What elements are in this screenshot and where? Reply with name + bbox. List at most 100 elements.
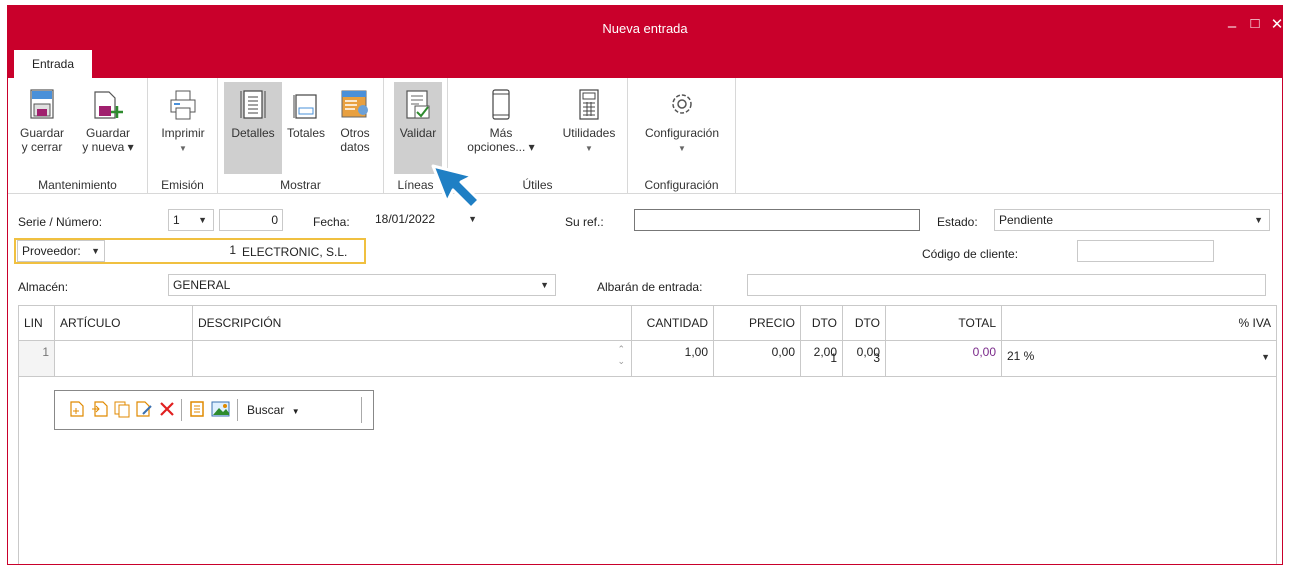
col-articulo[interactable]: ARTÍCULO [55,306,193,341]
albaran-input[interactable] [747,274,1266,296]
detalles-button[interactable]: Detalles [224,82,282,174]
otros-datos-button[interactable]: Otros datos [330,82,380,174]
edit-line-icon[interactable] [135,400,153,418]
proveedor-code-input[interactable]: 1 [168,240,240,262]
details-icon [240,90,266,119]
totals-icon [293,94,317,119]
configuracion-label: Configuración [644,126,720,140]
serie-select[interactable]: 1 ▼ [168,209,214,231]
group-label-mantenimiento: Mantenimiento [38,178,117,192]
col-iva[interactable]: % IVA [1002,306,1276,341]
pointer-arrow-icon [431,164,481,210]
imprimir-label: Imprimir [161,126,205,140]
proveedor-name: ELECTRONIC, S.L. [242,245,348,259]
buscar-label: Buscar [247,403,285,417]
grid-header: LIN ARTÍCULO DESCRIPCIÓN CANTIDAD PRECIO… [19,306,1276,365]
buscar-button[interactable]: Buscar ▼ [247,403,300,417]
estado-label: Estado: [937,215,978,229]
cell-articulo[interactable] [55,341,193,376]
cell-precio[interactable]: 0,00 [714,341,801,376]
cell-descripcion[interactable]: ⌃ ⌄ [193,341,632,376]
col-total[interactable]: TOTAL [886,306,1002,341]
line-toolbar: Buscar ▼ [54,390,374,430]
spin-icon[interactable]: ⌃ ⌄ [617,343,625,367]
tab-entrada[interactable]: Entrada [14,50,92,78]
chevron-down-icon: ▼ [291,407,300,416]
validar-button[interactable]: Validar [394,82,442,174]
guardar-cerrar-button[interactable]: Guardar y cerrar [10,82,74,174]
proveedor-type-select[interactable]: Proveedor: ▼ [17,240,105,262]
chevron-down-icon: ▼ [179,144,187,153]
image-icon[interactable] [211,400,231,418]
serie-label: Serie / Número: [18,215,103,229]
printer-icon [170,90,196,120]
guardar-cerrar-label: Guardar y cerrar [19,126,65,154]
window-title: Nueva entrada [602,21,688,36]
suref-input[interactable] [634,209,920,231]
totales-label: Totales [286,126,326,140]
save-new-icon [94,91,123,119]
almacen-value: GENERAL [173,278,231,292]
cell-lin: 1 [19,341,55,376]
col-descripcion[interactable]: DESCRIPCIÓN [193,306,632,341]
codigo-cliente-label: Código de cliente: [922,247,1019,261]
insert-line-icon[interactable] [91,400,109,418]
new-line-icon[interactable] [69,400,85,418]
group-emision: Imprimir ▼ Emisión [148,78,218,194]
col-dto3[interactable]: DTO 3 [843,306,886,365]
utilidades-label: Utilidades [562,126,616,140]
delete-line-icon[interactable] [159,400,175,418]
mas-opciones-label: Más opciones... ▾ [467,126,535,154]
toolbar-divider [181,399,182,421]
cell-cantidad[interactable]: 1,00 [632,341,714,376]
toolbar-divider [237,399,238,421]
cell-dto1[interactable]: 2,00 [801,341,843,376]
col-precio[interactable]: PRECIO [714,306,801,341]
guardar-nueva-button[interactable]: Guardar y nueva ▾ [74,82,142,174]
group-label-emision: Emisión [161,178,204,192]
entry-form: Serie / Número: 1 ▼ 0 Fecha: 18/01/2022 … [8,194,1282,314]
gear-icon [672,94,692,114]
col-cantidad[interactable]: CANTIDAD [632,306,714,341]
copy-line-icon[interactable] [113,400,131,418]
codigo-cliente-input[interactable] [1077,240,1214,262]
cell-iva-value: 21 % [1007,349,1035,363]
cell-dto3[interactable]: 0,00 [843,341,886,376]
estado-select[interactable]: Pendiente ▼ [994,209,1270,231]
group-mantenimiento: Guardar y cerrar Guardar y nueva ▾ Mante… [8,78,148,194]
table-row[interactable]: 1 ⌃ ⌄ 1,00 0,00 2,00 0,00 0,00 21 % ▼ [19,341,1276,377]
validar-label: Validar [399,126,437,140]
utilidades-button[interactable]: Utilidades ▼ [554,82,624,174]
chevron-down-icon: ▼ [585,144,593,153]
serie-value: 1 [173,213,180,227]
save-close-icon [30,89,54,119]
totales-button[interactable]: Totales [282,82,330,174]
imprimir-button[interactable]: Imprimir ▼ [152,82,214,174]
proveedor-label: Proveedor: [22,244,81,258]
col-lin[interactable]: LIN [19,306,55,341]
fecha-label: Fecha: [313,215,350,229]
numero-input[interactable]: 0 [219,209,283,231]
chevron-down-icon: ▼ [540,280,549,290]
cell-iva[interactable]: 21 % ▼ [1002,341,1276,376]
configuracion-button[interactable]: Configuración ▼ [634,82,730,174]
mas-opciones-button[interactable]: Más opciones... ▾ [460,82,542,174]
col-dto1[interactable]: DTO 1 [801,306,843,365]
chevron-down-icon: ▼ [678,144,686,153]
estado-value: Pendiente [999,213,1054,227]
minimize-button[interactable]: – [1221,18,1243,35]
validate-icon [406,90,430,119]
group-label-configuracion: Configuración [644,178,719,192]
other-data-icon [341,90,368,118]
chevron-down-icon: ▼ [198,215,207,225]
group-configuracion: Configuración ▼ Configuración [628,78,736,194]
chevron-down-icon: ▼ [1261,352,1270,362]
phone-icon [492,89,510,120]
calculator-icon [579,89,599,120]
maximize-button[interactable]: □ [1244,15,1266,32]
close-button[interactable]: ✕ [1266,15,1282,33]
almacen-select[interactable]: GENERAL ▼ [168,274,556,296]
almacen-label: Almacén: [18,280,69,294]
notes-icon[interactable] [189,400,207,418]
toolbar-divider [361,397,362,423]
